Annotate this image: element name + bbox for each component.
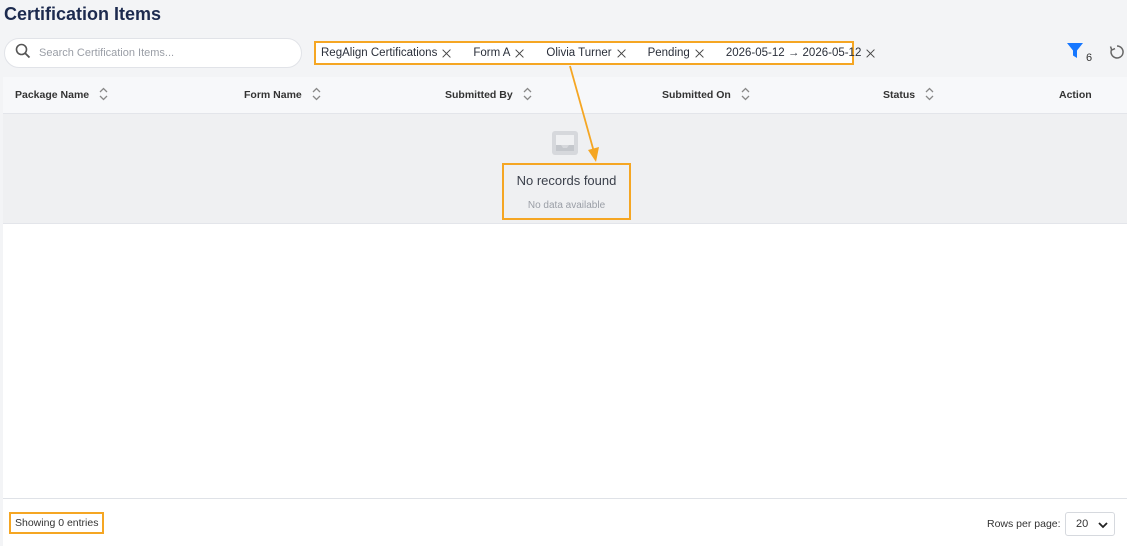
rows-per-page-value: 20 bbox=[1076, 518, 1089, 530]
filter-chip-label: Pending bbox=[647, 47, 690, 59]
close-icon[interactable] bbox=[515, 49, 524, 58]
column-header-submitted-on[interactable]: Submitted On bbox=[662, 87, 750, 101]
filter-chip-label: Form A bbox=[473, 47, 511, 59]
reset-icon bbox=[1109, 45, 1124, 59]
entries-count: Showing 0 entries bbox=[9, 512, 104, 534]
filter-button[interactable]: 6 bbox=[1066, 42, 1094, 64]
column-label: Submitted On bbox=[662, 89, 731, 101]
column-header-form-name[interactable]: Form Name bbox=[244, 87, 321, 101]
search-icon bbox=[15, 43, 31, 64]
chevron-down-icon bbox=[1098, 522, 1108, 529]
close-icon[interactable] bbox=[442, 49, 451, 58]
empty-message: No records found No data available bbox=[502, 163, 631, 220]
sort-icon[interactable] bbox=[925, 87, 934, 101]
active-filters: RegAlign Certifications Form A Olivia Tu… bbox=[314, 41, 861, 65]
page-title: Certification Items bbox=[4, 4, 162, 24]
filter-chip-label: Olivia Turner bbox=[546, 47, 612, 59]
rows-per-page-label: Rows per page: bbox=[987, 518, 1061, 530]
table-footer: Showing 0 entries Rows per page: 20 bbox=[3, 499, 1127, 546]
filter-count-badge: 6 bbox=[1086, 52, 1093, 64]
sort-icon[interactable] bbox=[523, 87, 532, 101]
empty-subtitle: No data available bbox=[527, 200, 606, 211]
empty-title: No records found bbox=[516, 173, 617, 188]
filter-chip-form: Form A bbox=[473, 47, 524, 59]
column-label: Action bbox=[1059, 89, 1092, 101]
filter-chip-submitter: Olivia Turner bbox=[546, 47, 625, 59]
column-label: Submitted By bbox=[445, 89, 513, 101]
filter-chip-label: RegAlign Certifications bbox=[321, 47, 438, 59]
column-label: Status bbox=[883, 89, 916, 101]
column-label: Form Name bbox=[244, 89, 302, 101]
filter-icon bbox=[1067, 43, 1083, 58]
sort-icon[interactable] bbox=[312, 87, 321, 101]
filter-chip-package: RegAlign Certifications bbox=[321, 47, 451, 59]
table-body bbox=[3, 224, 1127, 499]
close-icon[interactable] bbox=[617, 49, 626, 58]
table-header: Package Name Form Name Submitted By Subm… bbox=[3, 77, 1127, 114]
filter-chip-label: 2026-05-12 → 2026-05-12 bbox=[725, 47, 862, 59]
sort-icon[interactable] bbox=[99, 87, 108, 101]
rows-per-page-select[interactable]: 20 bbox=[1065, 512, 1115, 536]
search-box[interactable] bbox=[4, 38, 302, 68]
column-header-submitted-by[interactable]: Submitted By bbox=[445, 87, 532, 101]
close-icon[interactable] bbox=[866, 49, 875, 58]
reset-button[interactable] bbox=[1108, 43, 1126, 61]
column-header-action: Action bbox=[1059, 89, 1092, 101]
close-icon[interactable] bbox=[695, 49, 704, 58]
column-header-package-name[interactable]: Package Name bbox=[15, 87, 108, 101]
inbox-icon bbox=[552, 131, 578, 155]
filter-chip-date-range: 2026-05-12 → 2026-05-12 bbox=[726, 47, 876, 59]
search-input[interactable] bbox=[39, 47, 279, 59]
filter-chip-status: Pending bbox=[648, 47, 704, 59]
column-header-status[interactable]: Status bbox=[883, 87, 934, 101]
sort-icon[interactable] bbox=[741, 87, 750, 101]
empty-state: No records found No data available bbox=[3, 114, 1127, 224]
column-label: Package Name bbox=[15, 89, 90, 101]
